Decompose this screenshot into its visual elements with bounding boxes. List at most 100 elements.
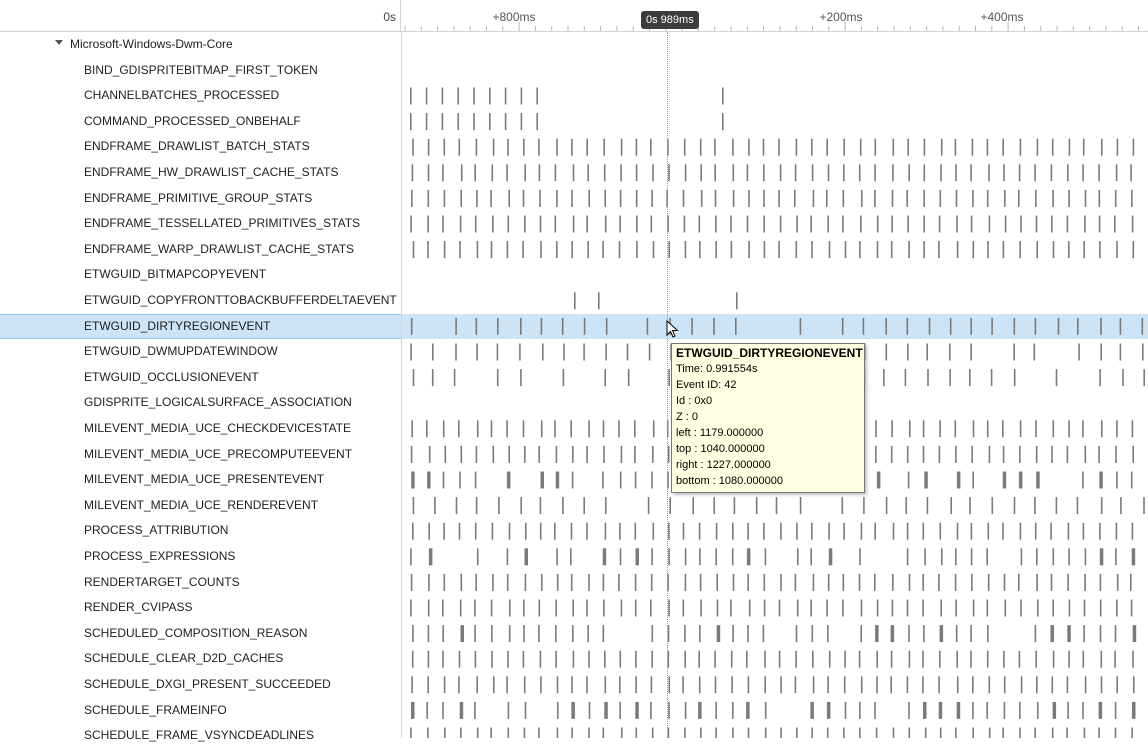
event-mark[interactable]	[442, 471, 445, 489]
event-mark[interactable]	[459, 241, 461, 259]
event-mark[interactable]	[892, 727, 895, 739]
event-mark[interactable]	[507, 727, 510, 739]
event-mark[interactable]	[730, 650, 733, 668]
event-mark[interactable]	[1019, 445, 1021, 463]
event-mark[interactable]	[1131, 522, 1134, 540]
event-mark[interactable]	[858, 573, 861, 591]
event-mark[interactable]	[555, 650, 557, 668]
event-mark[interactable]	[1019, 241, 1021, 259]
event-mark[interactable]	[970, 625, 972, 643]
event-mark[interactable]	[885, 317, 887, 335]
event-mark[interactable]	[634, 573, 637, 591]
event-mark[interactable]	[1036, 676, 1038, 694]
event-mark[interactable]	[459, 701, 464, 719]
event-mark[interactable]	[778, 241, 780, 259]
event-mark[interactable]	[956, 650, 958, 668]
event-mark[interactable]	[651, 548, 653, 566]
event-mark[interactable]	[954, 420, 957, 438]
event-mark[interactable]	[684, 727, 686, 739]
event-mark[interactable]	[1098, 215, 1101, 233]
event-mark[interactable]	[522, 650, 525, 668]
event-mark[interactable]	[475, 317, 478, 335]
event-mark[interactable]	[971, 138, 974, 156]
event-mark[interactable]	[1130, 573, 1132, 591]
event-mark[interactable]	[908, 164, 910, 182]
event-mark[interactable]	[523, 625, 525, 643]
event-mark[interactable]	[1055, 497, 1058, 515]
event-mark[interactable]	[811, 241, 813, 259]
event-mark[interactable]	[698, 215, 701, 233]
event-mark[interactable]	[490, 727, 492, 739]
event-mark[interactable]	[492, 215, 494, 233]
event-mark[interactable]	[890, 650, 893, 668]
event-mark[interactable]	[618, 420, 620, 438]
event-mark[interactable]	[842, 599, 844, 617]
event-mark[interactable]	[909, 420, 911, 438]
event-mark[interactable]	[635, 701, 639, 719]
event-mark[interactable]	[1051, 445, 1053, 463]
event-mark[interactable]	[561, 317, 564, 335]
event-mark[interactable]	[1004, 599, 1007, 617]
event-mark[interactable]	[492, 445, 495, 463]
event-mark[interactable]	[811, 625, 814, 643]
event-mark[interactable]	[827, 625, 829, 643]
event-mark[interactable]	[572, 164, 575, 182]
event-mark[interactable]	[412, 522, 414, 540]
event-mark[interactable]	[763, 241, 766, 259]
event-mark[interactable]	[986, 138, 989, 156]
event-mark[interactable]	[874, 138, 877, 156]
event-mark[interactable]	[506, 471, 511, 489]
event-mark[interactable]	[1132, 650, 1134, 668]
event-mark[interactable]	[1034, 727, 1036, 739]
event-mark[interactable]	[603, 445, 605, 463]
event-mark[interactable]	[876, 215, 879, 233]
event-mark[interactable]	[604, 676, 607, 694]
event-mark[interactable]	[748, 138, 750, 156]
event-mark[interactable]	[971, 445, 973, 463]
event-mark[interactable]	[524, 164, 526, 182]
event-mark[interactable]	[891, 420, 893, 438]
event-mark[interactable]	[1002, 727, 1004, 739]
event-mark[interactable]	[923, 215, 925, 233]
event-mark[interactable]	[475, 445, 478, 463]
event-mark[interactable]	[955, 548, 957, 566]
event-mark[interactable]	[1018, 164, 1021, 182]
event-mark[interactable]	[554, 215, 557, 233]
event-mark[interactable]	[810, 599, 812, 617]
event-mark[interactable]	[627, 369, 630, 387]
event-mark[interactable]	[635, 548, 640, 566]
event-mark[interactable]	[441, 113, 444, 131]
event-mark[interactable]	[682, 189, 685, 207]
event-mark[interactable]	[954, 138, 957, 156]
event-mark[interactable]	[652, 164, 654, 182]
event-mark[interactable]	[730, 599, 732, 617]
event-mark[interactable]	[520, 87, 523, 105]
event-mark[interactable]	[826, 189, 828, 207]
event-mark[interactable]	[1132, 138, 1135, 156]
event-mark[interactable]	[683, 138, 686, 156]
event-mark[interactable]	[444, 445, 447, 463]
event-mark[interactable]	[1068, 241, 1070, 259]
event-mark[interactable]	[651, 189, 653, 207]
event-mark[interactable]	[587, 625, 589, 643]
event-mark[interactable]	[474, 701, 476, 719]
event-mark[interactable]	[668, 522, 670, 540]
event-mark[interactable]	[476, 189, 478, 207]
event-mark[interactable]	[605, 343, 607, 361]
event-mark[interactable]	[1002, 522, 1004, 540]
event-mark[interactable]	[939, 189, 942, 207]
event-mark[interactable]	[1051, 215, 1053, 233]
event-mark[interactable]	[1132, 241, 1135, 259]
event-mark[interactable]	[812, 676, 815, 694]
event-mark[interactable]	[1068, 189, 1070, 207]
event-mark[interactable]	[605, 497, 607, 515]
event-mark[interactable]	[972, 189, 974, 207]
event-mark[interactable]	[425, 87, 428, 105]
event-mark[interactable]	[562, 497, 564, 515]
event-mark[interactable]	[746, 215, 749, 233]
event-mark[interactable]	[778, 189, 780, 207]
event-mark[interactable]	[1066, 445, 1069, 463]
event-mark[interactable]	[554, 420, 556, 438]
event-mark[interactable]	[492, 573, 494, 591]
event-mark[interactable]	[1082, 471, 1084, 489]
